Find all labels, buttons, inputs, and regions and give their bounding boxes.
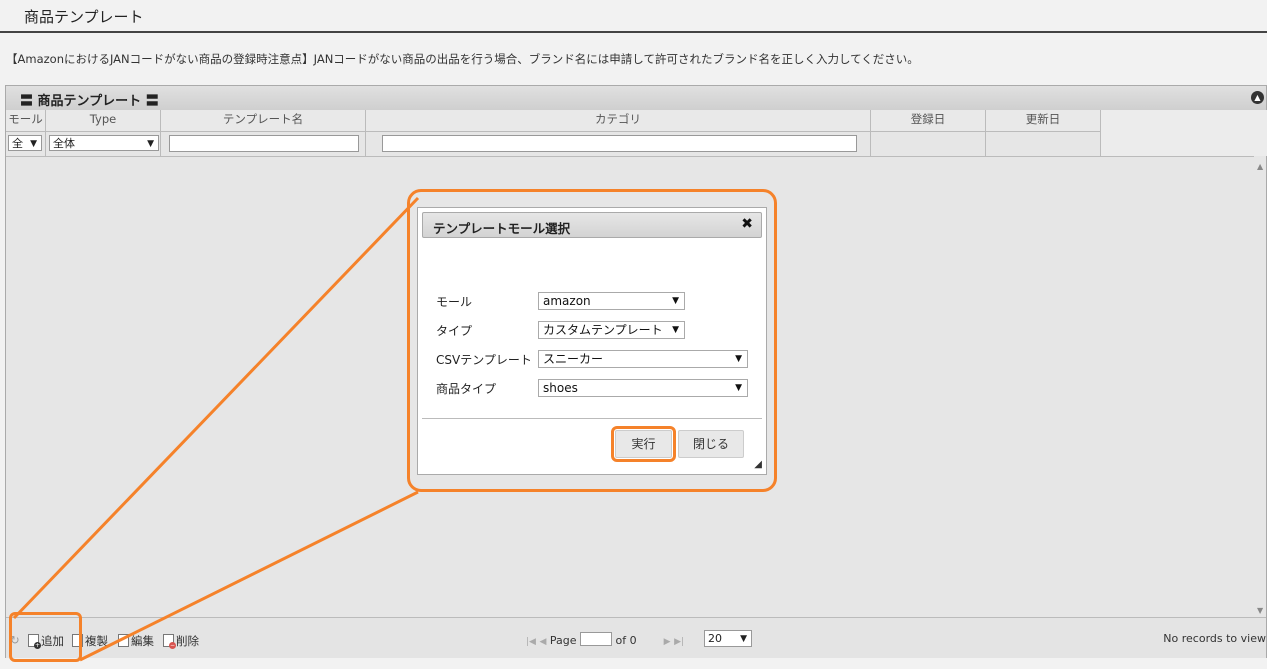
column-template-name[interactable]: テンプレート名 <box>161 110 366 156</box>
csv-template-label: CSVテンプレート <box>436 353 532 367</box>
rows-per-page-select[interactable]: 20 ▼ <box>704 630 752 647</box>
records-info: No records to view <box>1163 632 1266 645</box>
mall-select[interactable]: amazon ▼ <box>538 292 685 310</box>
run-button-highlight <box>611 426 676 462</box>
dropdown-arrow-icon: ▼ <box>147 139 154 149</box>
first-page-icon[interactable]: |◀ <box>526 637 536 647</box>
template-mall-dialog: テンプレートモール選択 ✖ モール amazon ▼ タイプ カスタムテンプレート… <box>417 207 767 475</box>
collapse-icon[interactable]: ▲ <box>1251 91 1264 104</box>
mall-label: モール <box>436 295 473 309</box>
column-updated-date[interactable]: 更新日 <box>986 110 1101 156</box>
type-select[interactable]: カスタムテンプレート ▼ <box>538 321 685 339</box>
dropdown-arrow-icon: ▼ <box>672 296 679 306</box>
resize-grip-icon[interactable]: ◢ <box>754 459 762 470</box>
dialog-titlebar[interactable]: テンプレートモール選択 ✖ <box>422 212 762 238</box>
panel-caption: 〓 商品テンプレート 〓 ▲ <box>6 86 1266 111</box>
mall-filter-select[interactable]: 全 ▼ <box>8 135 42 151</box>
edit-button[interactable]: 編集 <box>118 633 154 649</box>
column-mall[interactable]: モール 全 ▼ <box>6 110 46 156</box>
edit-document-icon <box>118 634 129 647</box>
page-navigation: |◀ ◀ Page of 0 ▶ ▶| <box>526 632 685 647</box>
dropdown-arrow-icon: ▼ <box>672 325 679 335</box>
last-page-icon[interactable]: ▶| <box>674 637 684 647</box>
csv-template-select[interactable]: スニーカー ▼ <box>538 350 748 368</box>
vertical-scrollbar[interactable]: ▲ ▼ <box>1256 156 1266 617</box>
dropdown-arrow-icon: ▼ <box>740 634 747 644</box>
prev-page-icon[interactable]: ◀ <box>539 637 546 647</box>
drag-handle-icon: 〓 <box>145 94 159 109</box>
scroll-down-icon[interactable]: ▼ <box>1257 606 1263 615</box>
grid-header: モール 全 ▼ Type 全体 ▼ テンプレート名 カテゴリ 登録日 更新日 <box>6 110 1101 156</box>
product-type-select[interactable]: shoes ▼ <box>538 379 748 397</box>
close-icon[interactable]: ✖ <box>741 216 753 232</box>
type-filter-select[interactable]: 全体 ▼ <box>49 135 159 151</box>
product-type-label: 商品タイプ <box>436 382 497 396</box>
dropdown-arrow-icon: ▼ <box>30 139 37 149</box>
dropdown-arrow-icon: ▼ <box>735 354 742 364</box>
category-filter-input[interactable] <box>382 135 857 152</box>
jan-notice: 【AmazonにおけるJANコードがない商品の登録時注意点】JANコードがない商… <box>6 52 919 66</box>
panel-title: 〓 商品テンプレート 〓 <box>20 94 159 109</box>
header-filler <box>1101 110 1267 156</box>
dropdown-arrow-icon: ▼ <box>735 383 742 393</box>
scroll-up-icon[interactable]: ▲ <box>1257 162 1263 171</box>
template-name-filter-input[interactable] <box>169 135 359 152</box>
delete-document-icon: − <box>163 634 176 649</box>
dialog-title: テンプレートモール選択 <box>433 221 571 236</box>
dialog-separator <box>422 418 762 419</box>
column-registered-date[interactable]: 登録日 <box>871 110 986 156</box>
column-category[interactable]: カテゴリ <box>366 110 871 156</box>
page-title: 商品テンプレート <box>24 8 144 26</box>
type-label: タイプ <box>436 324 473 338</box>
page-header: 商品テンプレート <box>0 0 1267 33</box>
close-button[interactable]: 閉じる <box>678 430 744 458</box>
column-type[interactable]: Type 全体 ▼ <box>46 110 161 156</box>
drag-handle-icon: 〓 <box>20 94 34 109</box>
next-page-icon[interactable]: ▶ <box>664 637 671 647</box>
page-number-input[interactable] <box>580 632 613 646</box>
delete-button[interactable]: − 削除 <box>163 633 199 649</box>
add-button-highlight <box>9 612 82 662</box>
grid-pager: ↻ + 追加 複製 編集 − 削除 |◀ ◀ Page of 0 ▶ ▶| 20 ▼ … <box>6 617 1266 658</box>
